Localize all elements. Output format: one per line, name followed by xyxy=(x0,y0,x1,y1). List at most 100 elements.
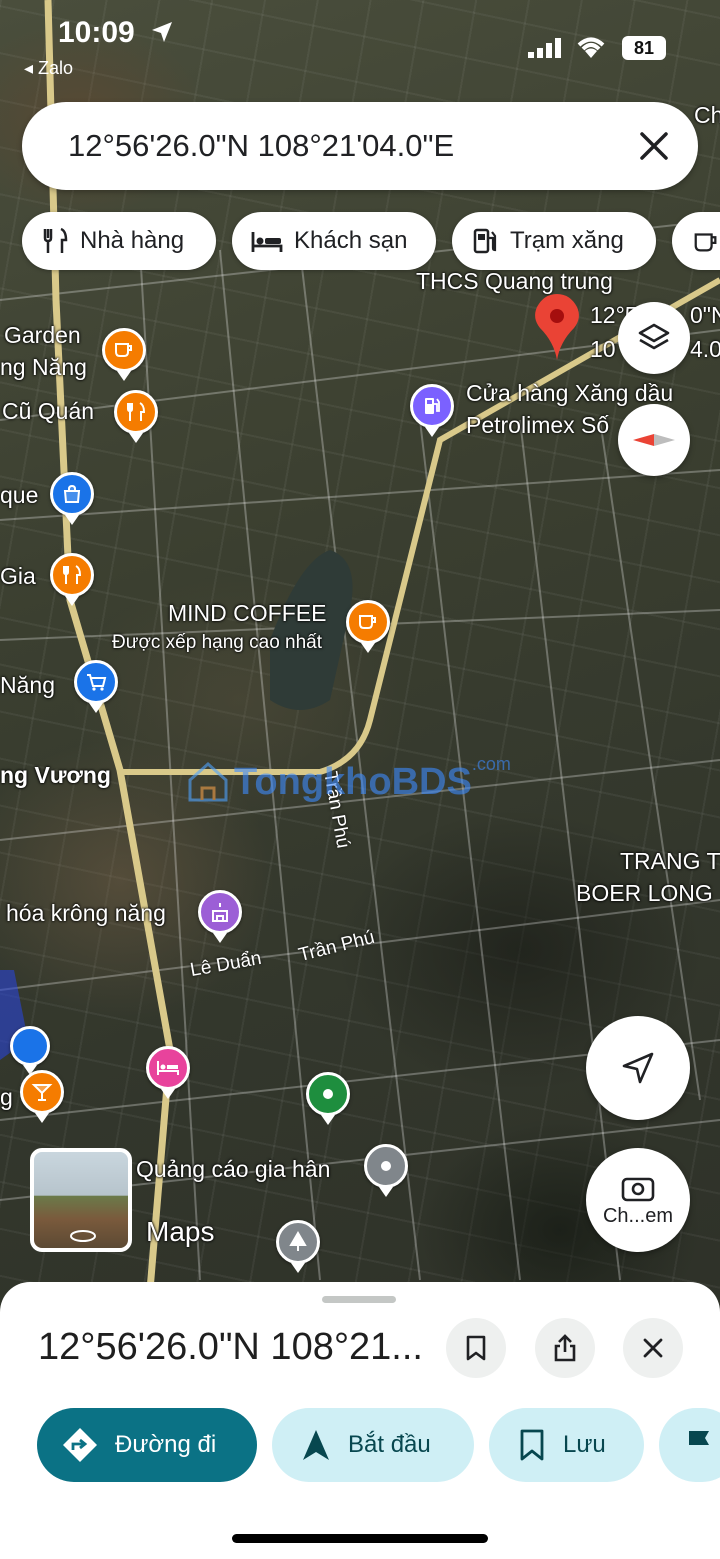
navigation-start-icon xyxy=(303,1430,329,1460)
gas-station-pin[interactable] xyxy=(410,384,454,437)
store-pin[interactable] xyxy=(74,660,118,713)
sheet-title: 12°56'26.0"N 108°21... xyxy=(38,1326,423,1368)
restaurant-icon xyxy=(127,402,146,421)
camera-search-button[interactable]: Ch...em xyxy=(586,1148,690,1252)
camera-label: Ch...em xyxy=(602,1204,674,1227)
dot-icon xyxy=(323,1089,333,1099)
dot-icon xyxy=(381,1161,391,1171)
bookmark-icon xyxy=(466,1335,486,1361)
park-pin[interactable] xyxy=(276,1220,320,1273)
search-query[interactable]: 12°56'26.0"N 108°21'04.0"E xyxy=(68,128,454,164)
coordinate-label-lat-end: 0"N xyxy=(690,302,720,328)
chip-label: Nhà hàng xyxy=(80,227,185,254)
sheet-drag-handle[interactable] xyxy=(322,1296,396,1303)
landmark-icon xyxy=(212,903,228,922)
layers-button[interactable] xyxy=(618,302,690,374)
coffee-icon xyxy=(115,343,132,357)
shopping-pin[interactable] xyxy=(50,472,94,525)
place-bottom-sheet[interactable]: 12°56'26.0"N 108°21... Đường đi Bắt đầu … xyxy=(0,1282,720,1559)
place-label-que[interactable]: que xyxy=(0,482,38,509)
hotel-pin[interactable] xyxy=(146,1046,190,1099)
bar-pin[interactable] xyxy=(20,1070,64,1123)
dropped-pin-marker[interactable] xyxy=(532,292,582,362)
house-logo-icon xyxy=(188,761,228,802)
clock: 10:09 xyxy=(58,16,135,49)
more-action-button[interactable] xyxy=(659,1408,720,1482)
place-label-ch: Ch xyxy=(694,102,720,128)
layers-icon xyxy=(638,323,670,350)
compass-button[interactable] xyxy=(618,404,690,476)
place-label-petrolimex-2[interactable]: Petrolimex Số xyxy=(466,412,609,439)
my-location-button[interactable] xyxy=(586,1016,690,1120)
status-bar: 10:09 ◂ Zalo 81 xyxy=(0,0,720,90)
place-label-garden[interactable]: Garden xyxy=(4,322,81,349)
directions-button[interactable]: Đường đi xyxy=(37,1408,257,1482)
chip-label: Trạm xăng xyxy=(510,227,624,254)
watermark-text: TongkhoBDS xyxy=(234,760,472,803)
battery-indicator: 81 xyxy=(622,36,666,60)
place-label-petrolimex[interactable]: Cửa hàng Xăng dầu xyxy=(466,380,673,407)
start-navigation-button[interactable]: Bắt đầu xyxy=(272,1408,474,1482)
street-view-thumbnail[interactable] xyxy=(30,1148,132,1252)
cafe-pin[interactable] xyxy=(346,600,390,653)
coordinate-label-lng: 10 xyxy=(590,336,616,362)
place-label-g[interactable]: g xyxy=(0,1084,13,1111)
restaurant-pin[interactable] xyxy=(114,390,158,443)
chip-hotels[interactable]: Khách sạn xyxy=(232,212,436,270)
compass-icon xyxy=(633,434,675,446)
shopping-cart-icon xyxy=(87,674,107,691)
home-indicator xyxy=(232,1534,488,1543)
save-label: Lưu xyxy=(563,1431,606,1458)
directions-label: Đường đi xyxy=(115,1431,217,1458)
place-label-nang[interactable]: Năng xyxy=(0,672,55,699)
search-bar[interactable]: 12°56'26.0"N 108°21'04.0"E xyxy=(22,102,698,190)
wifi-icon xyxy=(577,37,605,58)
place-label-ng-nang[interactable]: ng Năng xyxy=(0,354,87,381)
close-icon xyxy=(643,1338,663,1358)
place-label-cu-quan[interactable]: Cũ Quán xyxy=(2,398,94,425)
blue-location-dot[interactable] xyxy=(10,1026,50,1075)
restaurant-icon xyxy=(63,565,82,584)
cellular-signal-icon xyxy=(528,38,561,58)
place-label-mind-coffee[interactable]: MIND COFFEE xyxy=(168,600,326,627)
cafe-pin[interactable] xyxy=(102,328,146,381)
place-label-quang-cao[interactable]: Quảng cáo gia hân xyxy=(136,1156,330,1183)
location-arrow-icon xyxy=(152,22,172,42)
start-label: Bắt đầu xyxy=(348,1431,431,1458)
close-icon[interactable] xyxy=(634,126,674,166)
culture-pin[interactable] xyxy=(198,890,242,943)
grey-place-pin[interactable] xyxy=(364,1144,408,1197)
hotel-icon xyxy=(251,232,283,252)
cocktail-icon xyxy=(31,1084,53,1101)
close-sheet-button[interactable] xyxy=(623,1318,683,1378)
share-icon xyxy=(554,1334,576,1362)
tree-icon xyxy=(289,1231,307,1251)
chip-gas-stations[interactable]: Trạm xăng xyxy=(452,212,656,270)
back-to-app-link[interactable]: ◂ Zalo xyxy=(24,58,73,79)
place-sublabel-mind-coffee: Được xếp hạng cao nhất xyxy=(112,632,323,653)
save-button[interactable]: Lưu xyxy=(489,1408,644,1482)
camera-icon xyxy=(621,1177,655,1201)
restaurant-pin[interactable] xyxy=(50,553,94,606)
maps-logo-text: Maps xyxy=(146,1216,215,1247)
share-button[interactable] xyxy=(535,1318,595,1378)
chip-label: Khách sạn xyxy=(294,227,408,254)
coordinate-label-lng-end: 4.0" xyxy=(690,336,720,362)
gas-station-icon xyxy=(425,398,440,414)
place-label-van-hoa[interactable]: hóa krông năng xyxy=(6,900,166,927)
place-label-boer-long[interactable]: BOER LONG xyxy=(576,880,713,907)
save-bookmark-button[interactable] xyxy=(446,1318,506,1378)
hotel-icon xyxy=(157,1061,179,1075)
bookmark-icon xyxy=(520,1429,544,1461)
chip-restaurants[interactable]: Nhà hàng xyxy=(22,212,216,270)
directions-icon xyxy=(63,1428,97,1462)
flag-icon xyxy=(689,1431,709,1460)
road-label-vuong: ng Vương xyxy=(0,762,111,788)
navigation-arrow-icon xyxy=(622,1052,654,1084)
place-label-gia[interactable]: Gia xyxy=(0,563,36,590)
place-label-thcs[interactable]: THCS Quang trung xyxy=(416,268,613,295)
place-label-trang-trai[interactable]: TRANG T xyxy=(620,848,720,875)
green-place-pin[interactable] xyxy=(306,1072,350,1125)
rotate-360-icon xyxy=(70,1230,96,1242)
watermark: TongkhoBDS .com xyxy=(186,754,511,804)
